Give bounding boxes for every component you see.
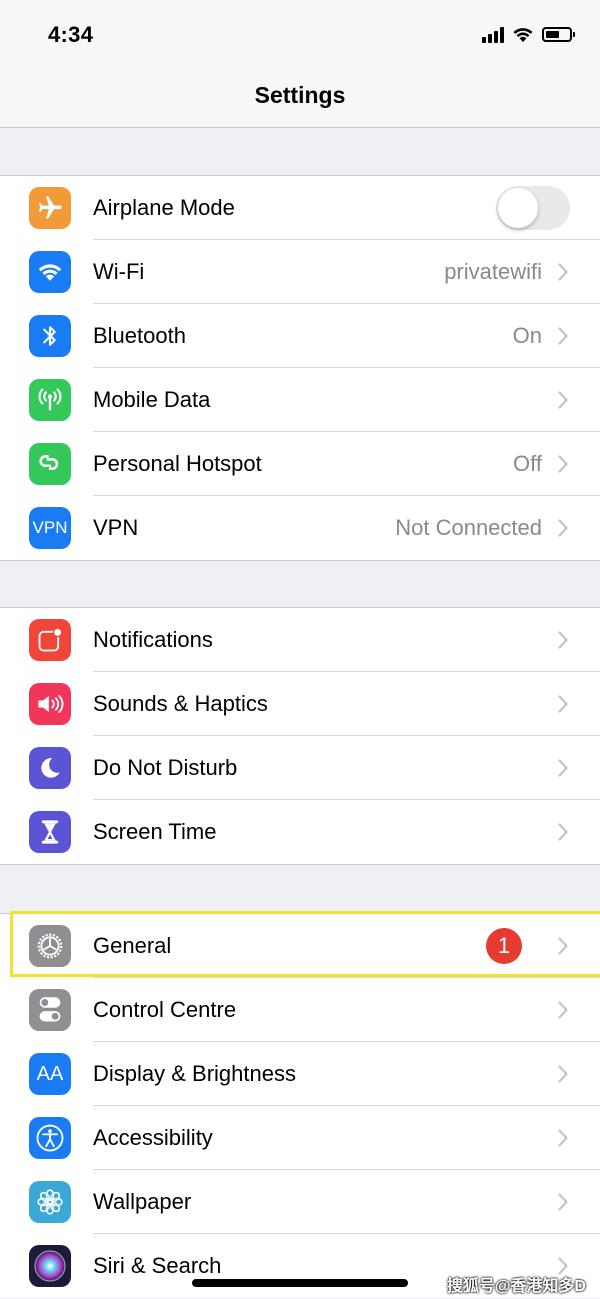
row-label: General — [93, 932, 172, 958]
notifications-icon — [29, 619, 71, 661]
airplane-icon — [29, 187, 71, 229]
siri-icon — [29, 1245, 71, 1287]
watermark: 搜狐号@香港知多D — [446, 1278, 586, 1295]
row-value: privatewifi — [444, 258, 542, 284]
status-bar: 4:34 — [0, 0, 600, 65]
row-label: Control Centre — [93, 996, 237, 1022]
chevron-right-icon — [556, 453, 570, 475]
settings-row-vpn[interactable]: VPN VPN Not Connected — [0, 496, 600, 560]
chevron-right-icon — [556, 325, 570, 347]
settings-group-connectivity: Airplane Mode Wi-Fi privatewifi Bluetoot… — [0, 175, 600, 561]
settings-row-mobile-data[interactable]: Mobile Data — [0, 368, 600, 432]
row-label: Do Not Disturb — [93, 754, 238, 780]
status-icons — [482, 26, 575, 43]
flower-icon — [29, 1181, 71, 1223]
row-label: Notifications — [93, 626, 213, 652]
airplane-mode-toggle[interactable] — [496, 186, 570, 230]
accessibility-icon — [29, 1117, 71, 1159]
settings-row-screen-time[interactable]: Screen Time — [0, 800, 600, 864]
chevron-right-icon — [556, 999, 570, 1021]
settings-row-display-brightness[interactable]: AA Display & Brightness — [0, 1042, 600, 1106]
chevron-right-icon — [556, 517, 570, 539]
settings-row-wifi[interactable]: Wi-Fi privatewifi — [0, 240, 600, 304]
chevron-right-icon — [556, 1127, 570, 1149]
row-label: Personal Hotspot — [93, 450, 262, 476]
row-label: Display & Brightness — [93, 1060, 296, 1086]
settings-row-wallpaper[interactable]: Wallpaper — [0, 1170, 600, 1234]
settings-row-do-not-disturb[interactable]: Do Not Disturb — [0, 736, 600, 800]
settings-group-general: General 1 Control Centre AA Display & Br… — [0, 913, 600, 1298]
row-label: Sounds & Haptics — [93, 690, 268, 716]
speaker-icon — [29, 683, 71, 725]
settings-row-airplane-mode[interactable]: Airplane Mode — [0, 176, 600, 240]
wifi-icon — [513, 28, 533, 42]
row-label: Wallpaper — [93, 1188, 192, 1214]
chevron-right-icon — [556, 821, 570, 843]
chevron-right-icon — [556, 757, 570, 779]
row-label: Screen Time — [93, 819, 217, 844]
hotspot-icon — [29, 443, 71, 485]
notification-badge: 1 — [486, 927, 522, 964]
cellular-signal-icon — [482, 26, 504, 43]
status-time: 4:34 — [48, 22, 94, 47]
row-value: On — [512, 322, 542, 348]
battery-icon — [542, 27, 575, 42]
hourglass-icon — [29, 811, 71, 853]
toggles-icon — [29, 989, 71, 1031]
chevron-right-icon — [556, 261, 570, 283]
navigation-bar: Settings — [0, 65, 600, 128]
vpn-icon: VPN — [29, 507, 71, 549]
settings-row-personal-hotspot[interactable]: Personal Hotspot Off — [0, 432, 600, 496]
row-label: Wi-Fi — [93, 258, 145, 284]
chevron-right-icon — [556, 389, 570, 411]
home-indicator[interactable] — [192, 1279, 408, 1287]
row-label: Accessibility — [93, 1124, 213, 1150]
settings-row-notifications[interactable]: Notifications — [0, 608, 600, 672]
row-label: VPN — [93, 515, 139, 540]
row-value: Not Connected — [395, 515, 542, 540]
settings-row-bluetooth[interactable]: Bluetooth On — [0, 304, 600, 368]
gear-icon — [29, 925, 71, 967]
row-value: Off — [513, 450, 542, 476]
settings-row-control-centre[interactable]: Control Centre — [0, 978, 600, 1042]
row-label: Bluetooth — [93, 322, 186, 348]
settings-group-notifications: Notifications Sounds & Haptics Do Not Di… — [0, 607, 600, 865]
settings-row-accessibility[interactable]: Accessibility — [0, 1106, 600, 1170]
chevron-right-icon — [556, 1063, 570, 1085]
settings-row-sounds-haptics[interactable]: Sounds & Haptics — [0, 672, 600, 736]
chevron-right-icon — [556, 693, 570, 715]
settings-row-general[interactable]: General 1 — [0, 914, 600, 978]
page-title: Settings — [254, 82, 346, 108]
bluetooth-icon — [29, 315, 71, 357]
moon-icon — [29, 747, 71, 789]
row-label: Mobile Data — [93, 386, 211, 412]
text-size-icon: AA — [29, 1053, 71, 1095]
antenna-icon — [29, 379, 71, 421]
chevron-right-icon — [556, 1191, 570, 1213]
chevron-right-icon — [556, 629, 570, 651]
chevron-right-icon — [556, 935, 570, 957]
wifi-icon — [29, 251, 71, 293]
